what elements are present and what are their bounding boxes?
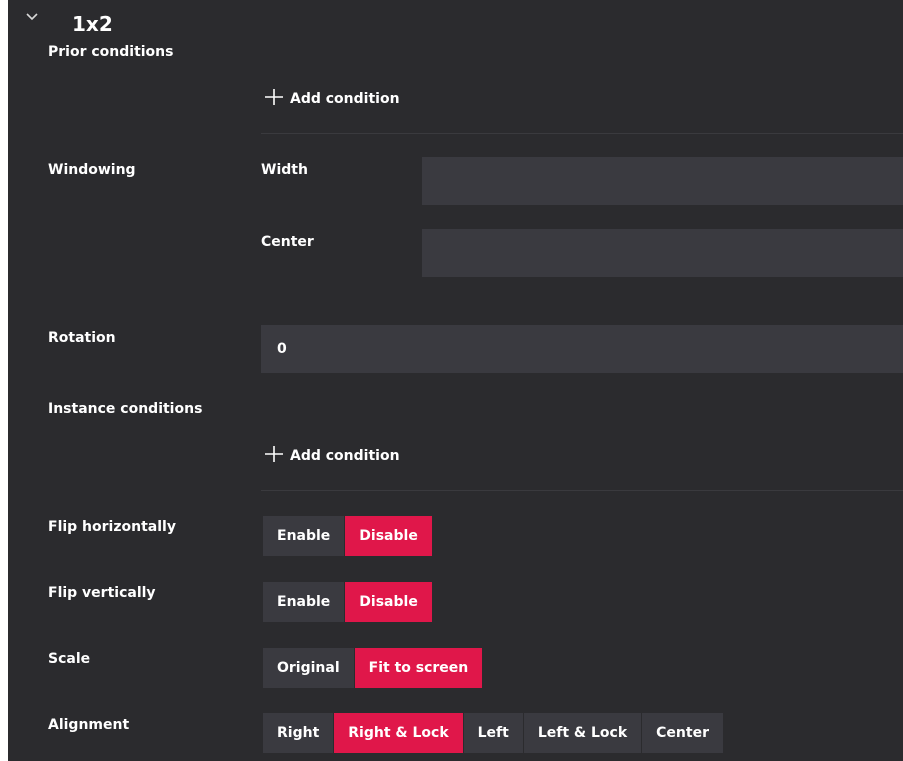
option-center[interactable]: Center bbox=[642, 713, 723, 753]
rotation-label: Rotation bbox=[48, 330, 116, 346]
option-enable[interactable]: Enable bbox=[263, 516, 346, 556]
option-right-and-lock[interactable]: Right & Lock bbox=[334, 713, 464, 753]
add-instance-condition-button[interactable]: Add condition bbox=[264, 445, 400, 463]
instance-conditions-label: Instance conditions bbox=[48, 401, 203, 417]
add-condition-label: Add condition bbox=[290, 91, 400, 107]
width-input[interactable] bbox=[422, 157, 903, 205]
windowing-label: Windowing bbox=[48, 162, 136, 178]
scale-label: Scale bbox=[48, 651, 91, 667]
plus-icon bbox=[265, 446, 283, 462]
center-input[interactable] bbox=[422, 229, 903, 277]
prior-conditions-label: Prior conditions bbox=[48, 44, 174, 60]
option-enable[interactable]: Enable bbox=[263, 582, 346, 622]
alignment-label: Alignment bbox=[48, 717, 130, 733]
option-left-and-lock[interactable]: Left & Lock bbox=[523, 713, 643, 753]
option-right[interactable]: Right bbox=[263, 713, 335, 753]
option-disable[interactable]: Disable bbox=[345, 516, 432, 556]
option-left[interactable]: Left bbox=[463, 713, 524, 753]
scale-toggle: Original Fit to screen bbox=[263, 648, 483, 688]
flip-vertically-label: Flip vertically bbox=[48, 585, 156, 601]
width-label: Width bbox=[261, 162, 308, 178]
plus-icon bbox=[265, 89, 283, 105]
rotation-input[interactable] bbox=[261, 325, 903, 373]
option-fit-to-screen[interactable]: Fit to screen bbox=[354, 648, 483, 688]
settings-panel: 1x2 Prior conditions Add condition Windo… bbox=[8, 0, 903, 761]
add-condition-label: Add condition bbox=[290, 448, 400, 464]
flip-horizontally-label: Flip horizontally bbox=[48, 519, 176, 535]
divider bbox=[261, 133, 903, 134]
flip-horizontally-toggle: Enable Disable bbox=[263, 516, 432, 556]
divider bbox=[261, 490, 903, 491]
option-original[interactable]: Original bbox=[263, 648, 355, 688]
section-title: 1x2 bbox=[72, 12, 113, 36]
flip-vertically-toggle: Enable Disable bbox=[263, 582, 432, 622]
add-prior-condition-button[interactable]: Add condition bbox=[264, 88, 400, 106]
alignment-toggle: Right Right & Lock Left Left & Lock Cent… bbox=[263, 713, 723, 753]
option-disable[interactable]: Disable bbox=[345, 582, 432, 622]
chevron-down-icon[interactable] bbox=[24, 10, 40, 24]
center-label: Center bbox=[261, 234, 314, 250]
